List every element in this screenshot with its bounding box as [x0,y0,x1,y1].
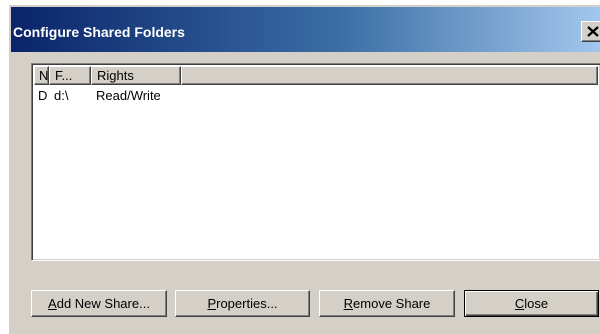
properties-button[interactable]: Properties... [175,290,310,317]
close-label: lose [524,296,549,311]
column-header-rights[interactable]: Rights [91,66,181,85]
window-close-button[interactable] [581,21,600,42]
close-accel: C [514,296,525,311]
add-new-share-label: dd New Share... [56,296,150,311]
column-header-filler [181,66,598,85]
shared-folders-list[interactable]: N F... Rights D d:\ Read/Write [31,63,600,261]
share-name-cell: D [38,88,48,103]
remove-share-label: emove Share [353,296,431,311]
configure-shared-folders-dialog: Configure Shared Folders N F... Rights D… [8,4,600,334]
column-header-name[interactable]: N [34,66,49,85]
close-button[interactable]: Close [464,290,599,317]
title-bar[interactable]: Configure Shared Folders [11,7,600,52]
add-new-share-button[interactable]: Add New Share... [31,290,167,317]
close-x-icon [587,26,599,37]
properties-label: roperties... [216,296,278,311]
column-header-folder[interactable]: F... [49,66,91,85]
list-header: N F... Rights [34,66,598,85]
remove-share-button[interactable]: Remove Share [319,290,455,317]
properties-accel: P [207,296,217,311]
remove-share-accel: R [343,296,354,311]
share-rights-cell: Read/Write [96,88,161,103]
window-title: Configure Shared Folders [13,24,185,40]
add-new-share-accel: A [48,296,57,311]
share-folder-cell: d:\ [54,88,69,103]
list-item[interactable]: D d:\ Read/Write [34,87,598,105]
